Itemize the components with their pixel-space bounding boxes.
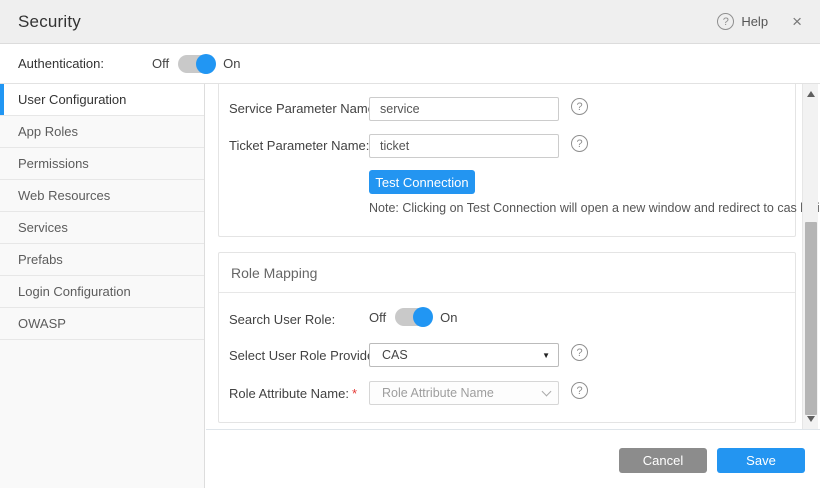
toggle-knob [196, 54, 216, 74]
role-attribute-name-select[interactable]: Role Attribute Name [369, 381, 559, 405]
dropdown-caret-icon: ▼ [542, 351, 550, 360]
authentication-toggle-group: Off On [152, 55, 240, 73]
role-attribute-label-text: Role Attribute Name: [229, 386, 349, 401]
service-parameter-input[interactable] [369, 97, 559, 121]
security-dialog: Security ? Help × Authentication: Off On… [0, 0, 820, 488]
scroll-down-icon[interactable] [807, 416, 815, 422]
chevron-down-icon [542, 386, 552, 396]
sidebar-item-services[interactable]: Services [0, 212, 204, 244]
toggle-knob [413, 307, 433, 327]
authentication-off-label: Off [152, 56, 169, 71]
help-label: Help [741, 14, 768, 29]
ticket-parameter-label: Ticket Parameter Name:* [229, 138, 377, 153]
user-role-provider-value: CAS [382, 348, 542, 362]
title-bar: Security ? Help × [0, 0, 820, 44]
role-mapping-title: Role Mapping [219, 253, 795, 293]
content-panel: Service Parameter Name:* ? Ticket Parame… [206, 84, 820, 488]
ticket-parameter-input[interactable] [369, 134, 559, 158]
authentication-bar: Authentication: Off On [0, 44, 820, 84]
settings-sidebar: User Configuration App Roles Permissions… [0, 84, 205, 488]
select-user-role-provider-label: Select User Role Provider: [229, 348, 382, 363]
close-icon[interactable]: × [792, 13, 802, 30]
search-user-role-toggle[interactable] [395, 308, 431, 326]
sidebar-item-prefabs[interactable]: Prefabs [0, 244, 204, 276]
user-role-provider-select[interactable]: CAS ▼ [369, 343, 559, 367]
help-icon: ? [717, 13, 734, 30]
scroll-viewport: Service Parameter Name:* ? Ticket Parame… [206, 84, 820, 429]
role-mapping-card: Role Mapping Search User Role: Off On Se… [218, 252, 796, 423]
service-parameter-label-text: Service Parameter Name: [229, 101, 379, 116]
help-button[interactable]: ? Help [717, 13, 768, 30]
scroll-up-icon[interactable] [807, 91, 815, 97]
page-title: Security [18, 12, 81, 32]
sidebar-item-login-configuration[interactable]: Login Configuration [0, 276, 204, 308]
save-button[interactable]: Save [717, 448, 805, 473]
test-connection-note: Note: Clicking on Test Connection will o… [369, 201, 820, 215]
authentication-toggle[interactable] [178, 55, 214, 73]
sidebar-item-permissions[interactable]: Permissions [0, 148, 204, 180]
sidebar-item-owasp[interactable]: OWASP [0, 308, 204, 340]
search-user-role-off-label: Off [369, 310, 386, 325]
sidebar-item-app-roles[interactable]: App Roles [0, 116, 204, 148]
provider-help-icon[interactable]: ? [571, 344, 588, 361]
required-asterisk: * [352, 386, 357, 401]
ticket-parameter-label-text: Ticket Parameter Name: [229, 138, 369, 153]
service-parameter-help-icon[interactable]: ? [571, 98, 588, 115]
role-attribute-help-icon[interactable]: ? [571, 382, 588, 399]
footer-actions: Cancel Save [206, 429, 820, 488]
sidebar-item-web-resources[interactable]: Web Resources [0, 180, 204, 212]
provider-config-card: Service Parameter Name:* ? Ticket Parame… [218, 84, 796, 237]
ticket-parameter-help-icon[interactable]: ? [571, 135, 588, 152]
scrollbar-thumb[interactable] [805, 222, 817, 415]
role-attribute-name-label: Role Attribute Name:* [229, 386, 357, 401]
sidebar-item-user-configuration[interactable]: User Configuration [0, 84, 204, 116]
search-user-role-toggle-group: Off On [369, 308, 457, 326]
service-parameter-label: Service Parameter Name:* [229, 101, 387, 116]
search-user-role-label: Search User Role: [229, 312, 335, 327]
authentication-on-label: On [223, 56, 240, 71]
search-user-role-on-label: On [440, 310, 457, 325]
test-connection-button[interactable]: Test Connection [369, 170, 475, 194]
authentication-label: Authentication: [18, 56, 104, 71]
cancel-button[interactable]: Cancel [619, 448, 707, 473]
vertical-scrollbar[interactable] [802, 84, 818, 429]
role-attribute-placeholder: Role Attribute Name [382, 386, 543, 400]
